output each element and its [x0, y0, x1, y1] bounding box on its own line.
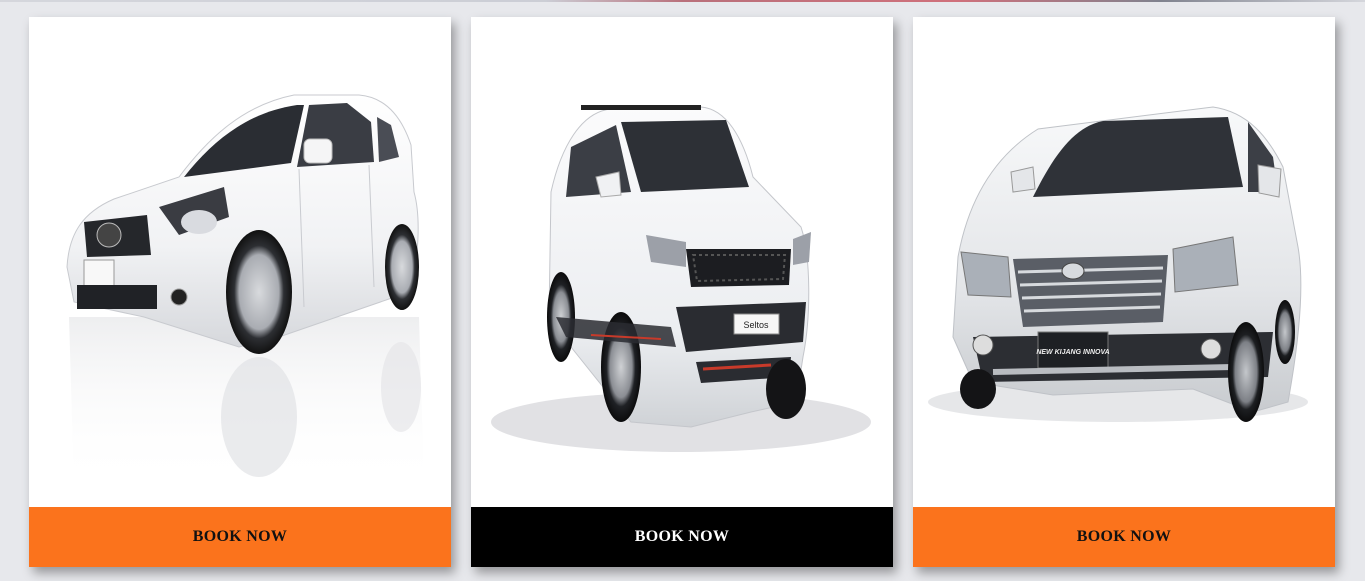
book-now-button[interactable]: BOOK NOW: [913, 507, 1335, 567]
toyota-innova-mpv-image: NEW KIJANG INNOVA: [928, 106, 1308, 422]
kia-seltos-suv-image: Seltos: [491, 105, 871, 452]
car-card-innova: NEW KIJANG INNOVA BOOK NOW: [913, 17, 1335, 567]
car-card-seltos: Seltos BOOK NOW: [471, 17, 893, 567]
car-cards-row: BOOK NOW Seltos BOOK NOW NEW KIJANG INNO…: [29, 17, 1335, 567]
innova-badge-text: NEW KIJANG INNOVA: [1036, 349, 1109, 356]
car-card-hatchback: BOOK NOW: [29, 17, 451, 567]
book-now-button[interactable]: BOOK NOW: [29, 507, 451, 567]
hatchback-car-image: [66, 94, 424, 487]
seltos-badge-text: Seltos: [743, 320, 769, 330]
book-now-button[interactable]: BOOK NOW: [471, 507, 893, 567]
top-nav-strip: [0, 0, 1365, 2]
